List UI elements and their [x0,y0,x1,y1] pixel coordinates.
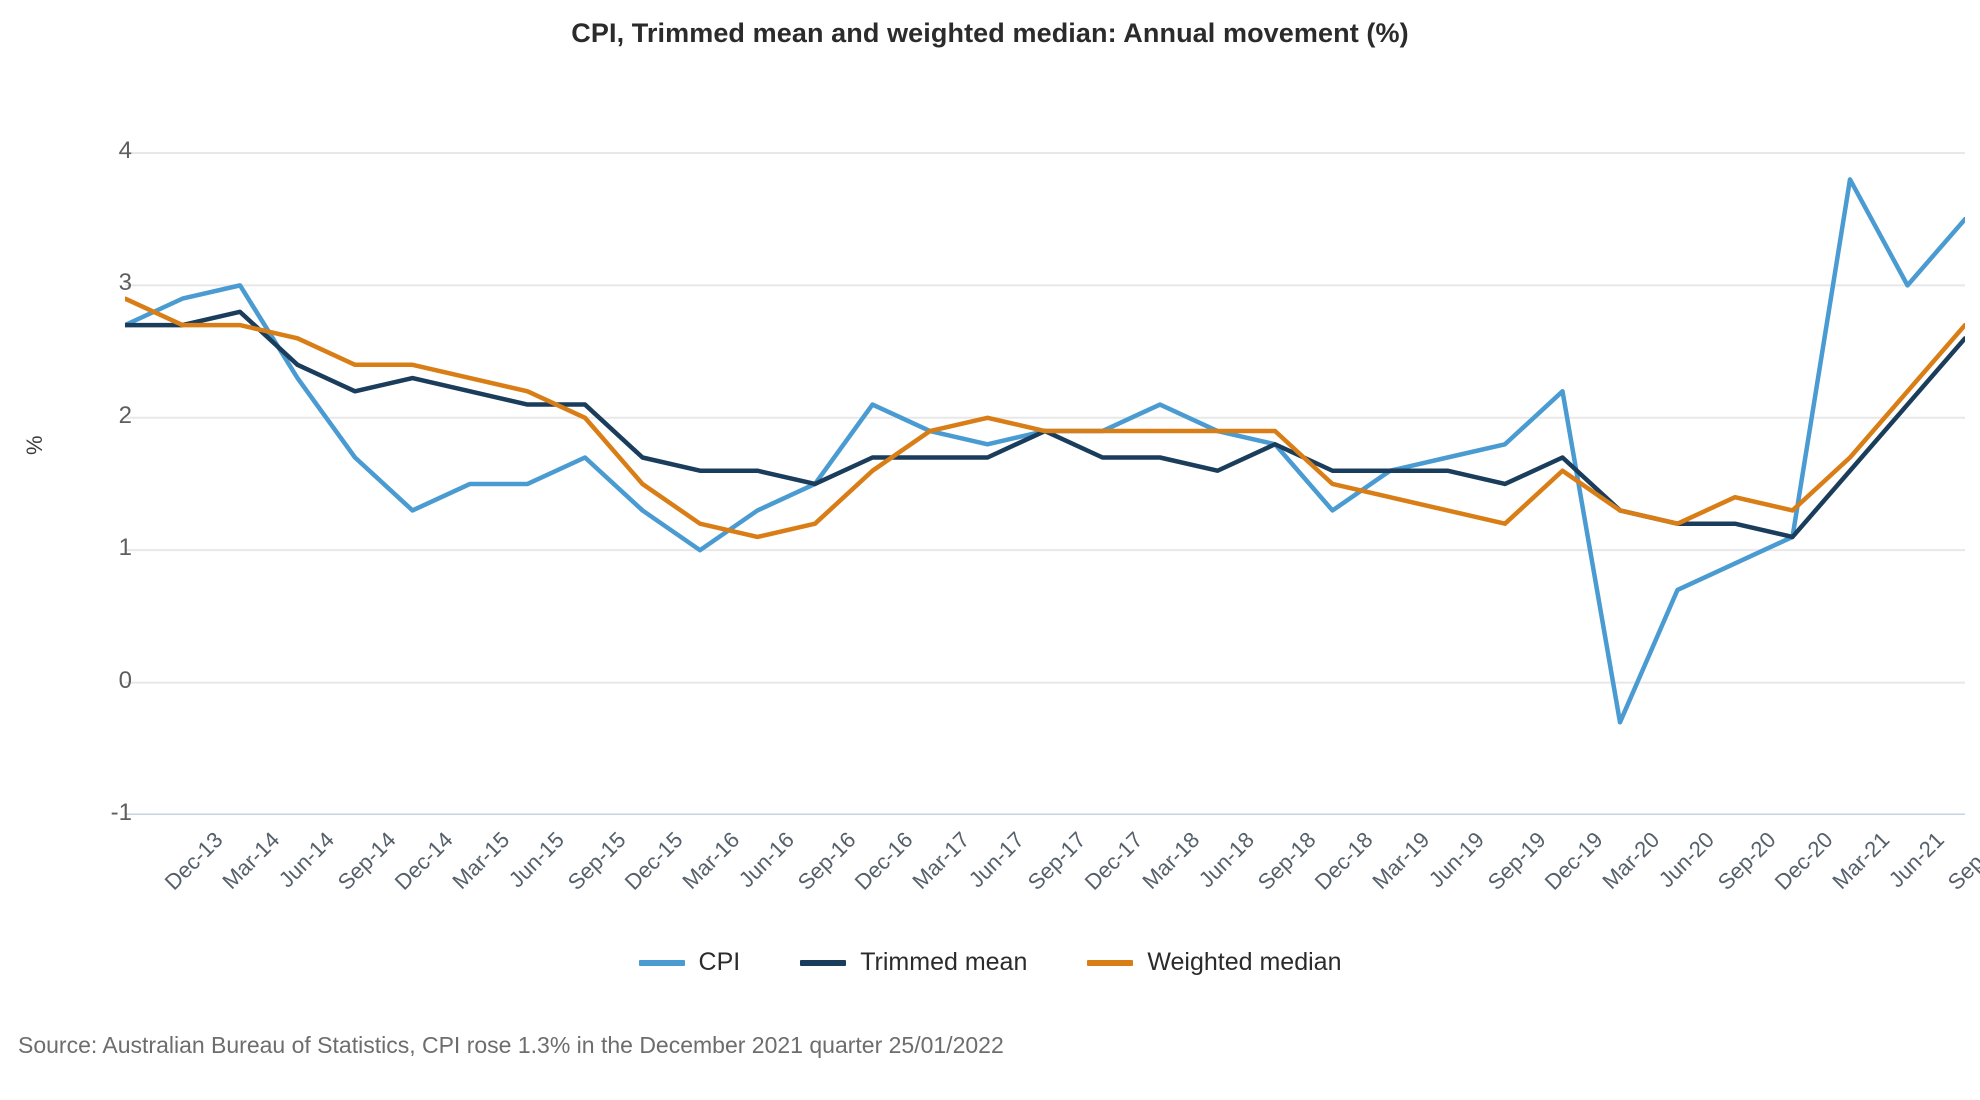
x-tick-label: Sep-15 [562,827,631,895]
x-tick-label: Mar-16 [676,827,744,894]
x-tick-label: Dec-13 [159,827,228,895]
legend-swatch-icon [800,959,847,966]
legend-item[interactable]: Trimmed mean [800,948,1027,977]
x-tick-label: Jun-17 [963,827,1029,893]
x-tick-label: Sep-17 [1022,827,1091,895]
y-tick-label: -1 [110,799,132,826]
x-tick-label: Sep-14 [332,827,401,895]
x-tick-label: Sep-19 [1482,827,1551,895]
legend-item[interactable]: Weighted median [1087,948,1341,977]
x-tick-label: Jun-15 [503,827,569,893]
legend-label: Weighted median [1147,948,1342,976]
x-tick-label: Mar-18 [1136,827,1204,894]
x-tick-label: Dec-20 [1769,827,1838,895]
plot-area [125,100,1965,815]
series-line-cpi [125,177,1965,725]
x-tick-label: Dec-17 [1079,827,1148,895]
x-tick-label: Sep-18 [1252,827,1321,895]
x-tick-label: Jun-20 [1653,827,1719,893]
chart-plot-svg [125,151,1965,815]
legend-label: Trimmed mean [860,948,1028,976]
x-tick-label: Dec-16 [849,827,918,895]
chart-title: CPI, Trimmed mean and weighted median: A… [571,18,1409,48]
x-tick-label: Sep-21 [1942,827,1980,895]
x-tick-label: Jun-14 [273,827,339,893]
x-tick-label: Jun-21 [1883,827,1949,893]
x-tick-label: Jun-16 [733,827,799,893]
y-axis-title: % [22,435,47,455]
x-tick-label: Mar-19 [1366,827,1434,894]
x-tick-label: Mar-15 [446,827,514,894]
chart-container: CPI, Trimmed mean and weighted median: A… [0,0,1980,1100]
legend-item[interactable]: CPI [638,948,741,977]
y-tick-label: 4 [118,136,132,164]
x-tick-label: Sep-16 [792,827,861,895]
y-tick-label: 0 [118,666,132,694]
x-tick-label: Mar-17 [906,827,974,894]
legend-swatch-icon [1087,959,1134,966]
x-tick-label: Jun-18 [1193,827,1259,893]
source-note: Source: Australian Bureau of Statistics,… [18,1032,1004,1058]
legend-swatch-icon [638,959,685,966]
x-tick-label: Dec-15 [619,827,688,895]
chart-legend: CPI Trimmed mean Weighted median [0,948,1980,977]
y-tick-label: 2 [118,401,132,429]
y-tick-label: 1 [118,534,132,562]
x-tick-label: Jun-19 [1423,827,1489,893]
y-tick-label: 3 [118,269,132,297]
series-line-trimmed-mean [125,309,1965,540]
x-tick-label: Dec-18 [1309,827,1378,895]
x-tick-label: Mar-20 [1596,827,1664,894]
x-tick-label: Mar-21 [1826,827,1894,894]
x-tick-label: Dec-14 [389,827,458,895]
x-tick-label: Sep-20 [1712,827,1781,895]
x-tick-label: Dec-19 [1539,827,1608,895]
x-tick-label: Mar-14 [216,827,284,894]
legend-label: CPI [698,948,741,976]
